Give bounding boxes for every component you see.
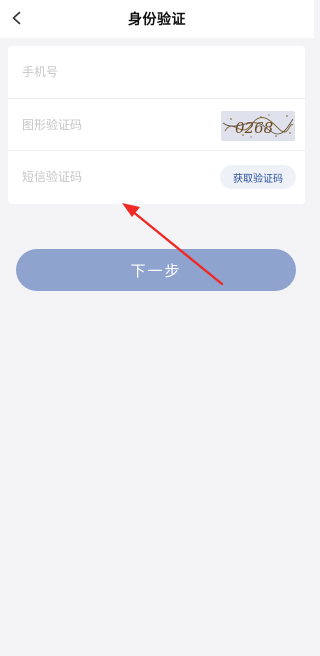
sms-row: 获取验证码 [8, 150, 305, 202]
sms-code-input[interactable] [22, 169, 202, 184]
page-title: 身份验证 [128, 12, 186, 28]
get-sms-code-button[interactable]: 获取验证码 [220, 165, 296, 189]
captcha-noise-icon: 0268 [222, 114, 294, 138]
back-button[interactable] [6, 7, 28, 29]
captcha-text: 0268 [235, 119, 273, 137]
phone-row [8, 46, 305, 98]
header-bar: 身份验证 [0, 0, 314, 38]
captcha-row: 0268 [8, 98, 305, 150]
captcha-image[interactable]: 0268 [221, 111, 295, 141]
chevron-left-icon [12, 11, 21, 25]
next-step-button[interactable]: 下一步 [16, 249, 296, 291]
captcha-input[interactable] [22, 117, 202, 132]
verification-form: 0268 获取验证码 [8, 46, 305, 204]
phone-input[interactable] [22, 65, 202, 79]
